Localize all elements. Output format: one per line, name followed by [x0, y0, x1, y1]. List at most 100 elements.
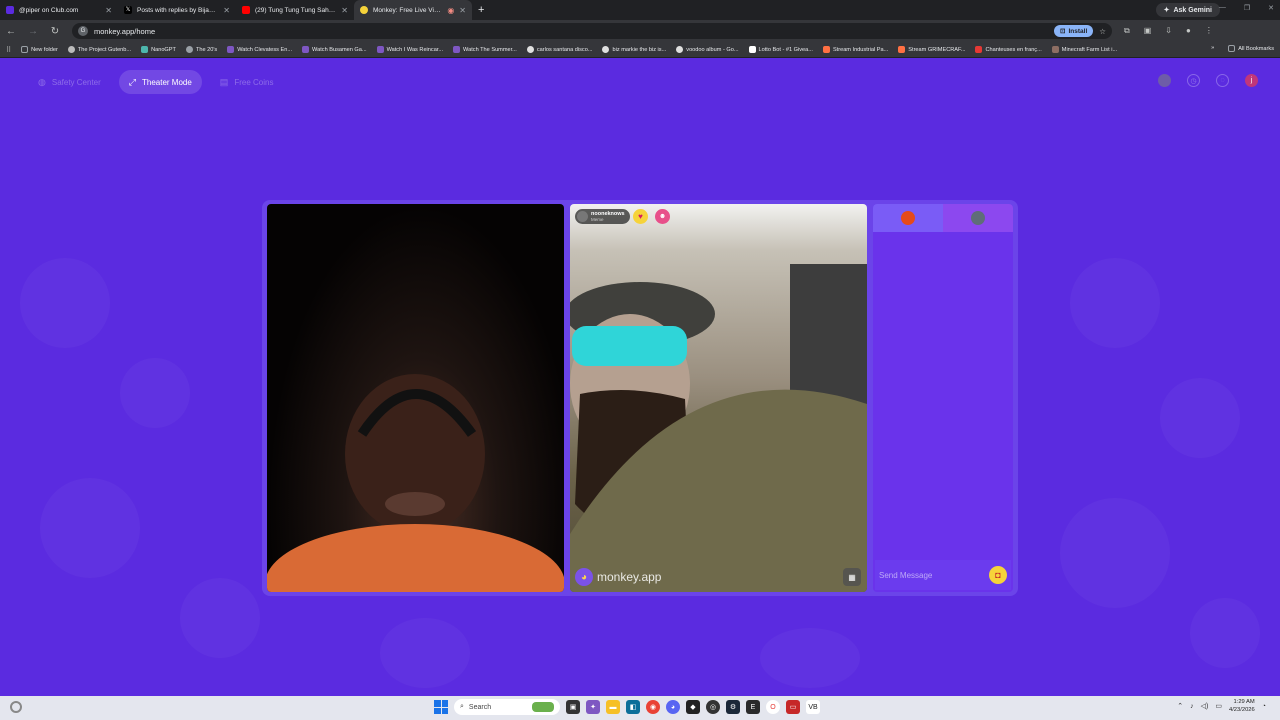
- bookmark-item[interactable]: New folder: [21, 46, 58, 53]
- battery-icon[interactable]: ▭: [1215, 702, 1222, 710]
- epic-icon[interactable]: E: [746, 700, 760, 714]
- close-tab-icon[interactable]: ✕: [223, 6, 230, 15]
- address-bar[interactable]: G monkey.app/home ⊡ Install ☆: [72, 23, 1112, 39]
- reload-icon[interactable]: ↻: [50, 26, 60, 37]
- file-explorer-icon[interactable]: ▬: [606, 700, 620, 714]
- discord-icon[interactable]: ◕: [666, 700, 680, 714]
- opera-icon[interactable]: O: [766, 700, 780, 714]
- user-avatar-icon[interactable]: j: [1245, 74, 1258, 87]
- taskbar-apps: ⌕ Search ▣ ✦ ▬ ◧ ◉ ◕ ◆ ◎ ⚙ E O ▭ VB: [434, 699, 820, 715]
- background-pattern: [180, 578, 260, 658]
- bookmark-item[interactable]: The 20's: [185, 46, 218, 53]
- safety-center-button[interactable]: ◍ Safety Center: [28, 70, 111, 94]
- site-info-icon[interactable]: G: [78, 26, 88, 36]
- roblox-icon[interactable]: ◆: [686, 700, 700, 714]
- chat-bubble-icon[interactable]: ◌: [1216, 74, 1229, 87]
- all-bookmarks-button[interactable]: All Bookmarks: [1228, 45, 1274, 52]
- gift-icon[interactable]: ◘: [989, 566, 1007, 584]
- install-app-button[interactable]: ⊡ Install: [1054, 25, 1094, 37]
- background-pattern: [1070, 258, 1160, 348]
- bookmark-item[interactable]: Watch Busamen Ga...: [302, 46, 367, 53]
- chevron-up-icon[interactable]: ⌃: [1177, 702, 1183, 710]
- start-button-icon[interactable]: [434, 700, 448, 714]
- steam-icon[interactable]: ⚙: [726, 700, 740, 714]
- notification-bell-icon[interactable]: ◔: [1262, 703, 1266, 710]
- friend-avatar-icon[interactable]: [1158, 74, 1171, 87]
- history-icon[interactable]: ◷: [1187, 74, 1200, 87]
- tab-self[interactable]: [873, 204, 943, 232]
- install-icon: ⊡: [1060, 28, 1066, 35]
- anime-site-icon: [227, 46, 235, 53]
- microphone-icon[interactable]: ♪: [1190, 703, 1194, 710]
- forward-icon[interactable]: →: [28, 26, 38, 37]
- toolbar-actions: ⧉ ▣ ⇩ ● ⋮: [1124, 26, 1213, 36]
- address-url: monkey.app/home: [94, 26, 156, 36]
- tab-title: @piper on Club.com: [19, 6, 79, 14]
- bookmark-label: NanoGPT: [151, 46, 176, 53]
- media-app-icon[interactable]: ▭: [786, 700, 800, 714]
- close-tab-icon[interactable]: ✕: [105, 6, 112, 15]
- close-window-icon[interactable]: ✕: [1268, 4, 1274, 12]
- taskbar-search[interactable]: ⌕ Search: [454, 699, 560, 715]
- chat-tabs: [873, 204, 1013, 232]
- tab-monkey[interactable]: Monkey: Free Live Video Chat ◉ ✕: [354, 0, 472, 20]
- widgets-icon[interactable]: [10, 701, 22, 713]
- bookmark-item[interactable]: voodoo album - Go...: [676, 46, 739, 53]
- orange-shirt: [267, 524, 564, 592]
- bookmark-item[interactable]: NanoGPT: [141, 46, 176, 53]
- remote-user-badge[interactable]: nooneknows Meme: [575, 209, 630, 224]
- club-favicon-icon: [6, 6, 14, 14]
- folder-icon: [21, 46, 29, 53]
- new-tab-icon[interactable]: +: [478, 4, 484, 16]
- obs-icon[interactable]: ◎: [706, 700, 720, 714]
- globe-icon: [67, 46, 75, 53]
- bookmark-item[interactable]: carlos santana disco...: [526, 46, 592, 53]
- bookmark-item[interactable]: Stream Industrial Pa...: [822, 46, 888, 53]
- tab-youtube[interactable]: (29) Tung Tung Tung Sahur - Re... ✕: [236, 0, 354, 20]
- report-icon[interactable]: ☻: [655, 209, 670, 224]
- apps-grid-icon[interactable]: ⠿: [6, 46, 11, 54]
- globe-icon: [185, 46, 193, 53]
- task-view-icon[interactable]: ▣: [566, 700, 580, 714]
- maximize-icon[interactable]: ❐: [1244, 4, 1250, 12]
- bookmark-item[interactable]: The Project Gutenb...: [67, 46, 131, 53]
- profile-icon[interactable]: ●: [1186, 26, 1191, 36]
- bookmark-label: The 20's: [195, 46, 218, 53]
- screenshot-icon[interactable]: ▦: [843, 568, 861, 586]
- ask-gemini-button[interactable]: ✦ Ask Gemini: [1155, 3, 1220, 17]
- store-icon[interactable]: ◧: [626, 700, 640, 714]
- free-coins-button[interactable]: ▤ Free Coins: [210, 70, 284, 94]
- bookmark-item[interactable]: Watch I Was Reincar...: [376, 46, 443, 53]
- tab-x-posts[interactable]: 𝕏 Posts with replies by Bijan Tehrani ✕: [118, 0, 236, 20]
- bookmark-item[interactable]: Stream GRIMECRAF...: [898, 46, 965, 53]
- tab-partner[interactable]: [943, 204, 1013, 232]
- copilot-icon[interactable]: ✦: [586, 700, 600, 714]
- vb-app-icon[interactable]: VB: [806, 700, 820, 714]
- close-tab-icon[interactable]: ✕: [341, 6, 348, 15]
- heart-icon[interactable]: ♥: [633, 209, 648, 224]
- close-tab-icon[interactable]: ✕: [459, 6, 466, 15]
- send-message-input[interactable]: Send Message: [879, 571, 989, 580]
- extensions-icon[interactable]: ⧉: [1124, 26, 1130, 36]
- bookmark-item[interactable]: Lotto Bot - #1 Givea...: [748, 46, 813, 53]
- bookmark-item[interactable]: biz markie the biz is...: [602, 46, 666, 53]
- bookmark-item[interactable]: Watch Clevatess En...: [227, 46, 292, 53]
- back-icon[interactable]: ←: [6, 26, 16, 37]
- local-video-feed: [267, 204, 564, 592]
- chevron-right-icon[interactable]: »: [1211, 45, 1214, 52]
- system-clock[interactable]: 1:29 AM 4/23/2026: [1229, 698, 1255, 714]
- background-pattern: [120, 358, 190, 428]
- tab-club[interactable]: @piper on Club.com ✕: [0, 0, 118, 20]
- browser-tab-strip: @piper on Club.com ✕ 𝕏 Posts with replie…: [0, 0, 1280, 20]
- speaker-icon[interactable]: ◁): [1201, 702, 1209, 710]
- bookmark-item[interactable]: Watch The Summer...: [453, 46, 517, 53]
- side-panel-icon[interactable]: ▣: [1144, 26, 1152, 36]
- bookmark-star-icon[interactable]: ☆: [1099, 27, 1106, 36]
- bookmark-item[interactable]: Minecraft Farm List i...: [1051, 46, 1117, 53]
- menu-icon[interactable]: ⋮: [1205, 26, 1213, 36]
- minimize-icon[interactable]: —: [1219, 4, 1226, 12]
- chrome-icon[interactable]: ◉: [646, 700, 660, 714]
- bookmark-item[interactable]: Chanteuses en franç...: [975, 46, 1042, 53]
- theater-mode-button[interactable]: ⤢ Theater Mode: [118, 70, 202, 94]
- downloads-icon[interactable]: ⇩: [1165, 26, 1172, 36]
